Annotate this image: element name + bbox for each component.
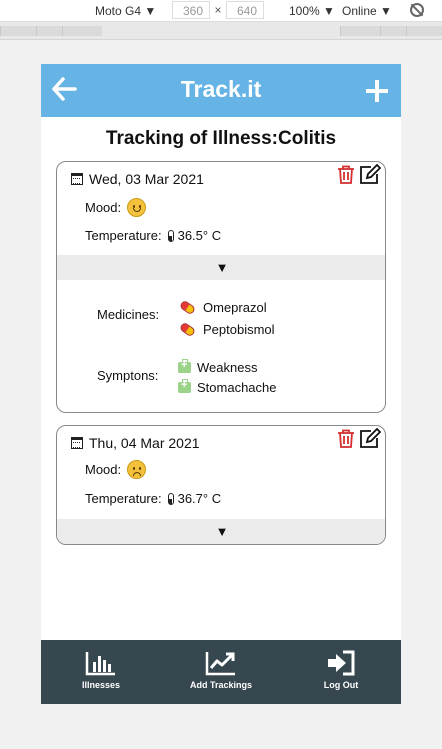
- dimension-separator: ×: [214, 3, 222, 17]
- mood-row: Mood:: [85, 198, 147, 217]
- sad-face-icon: [127, 460, 147, 479]
- line-chart-icon: [205, 652, 235, 676]
- medicine-name: Omeprazol: [203, 300, 267, 315]
- zoom-selector[interactable]: 100% ▼: [289, 4, 335, 18]
- pill-icon: [178, 321, 197, 338]
- nav-add-trackings[interactable]: Add Trackings: [171, 650, 271, 690]
- app-title: Track.it: [180, 76, 262, 102]
- date-text: Wed, 03 Mar 2021: [89, 171, 204, 187]
- calendar-icon: [71, 437, 83, 449]
- mood-label: Mood:: [85, 200, 122, 215]
- viewport-width-field[interactable]: 360: [172, 1, 210, 19]
- bar-chart-icon: [85, 652, 115, 676]
- medicine-item: Peptobismol: [178, 321, 275, 338]
- calendar-icon: [71, 173, 83, 185]
- nav-illnesses-label: Illnesses: [81, 680, 121, 690]
- edit-icon[interactable]: [359, 164, 381, 185]
- edit-icon[interactable]: [359, 428, 381, 449]
- temperature-value: 36.5° C: [177, 228, 222, 243]
- tracking-card: Wed, 03 Mar 2021 Mood: Temperature: 36.5…: [56, 161, 386, 413]
- thermometer-icon: [167, 492, 174, 505]
- add-icon[interactable]: [366, 80, 388, 102]
- mood-label: Mood:: [85, 462, 122, 477]
- temperature-label: Temperature:: [85, 228, 162, 243]
- mood-row: Mood:: [85, 460, 147, 479]
- symptom-name: Weakness: [197, 360, 258, 375]
- medical-kit-icon: [178, 379, 191, 393]
- network-selector[interactable]: Online ▼: [342, 4, 392, 18]
- tracking-date: Thu, 04 Mar 2021: [71, 435, 200, 451]
- medicine-item: Omeprazol: [178, 299, 267, 316]
- symptom-item: Stomachache: [178, 379, 277, 395]
- tracking-date: Wed, 03 Mar 2021: [71, 171, 204, 187]
- trash-icon[interactable]: [337, 165, 355, 184]
- app-header: Track.it: [41, 64, 401, 117]
- tracking-card: Thu, 04 Mar 2021 Mood: Temperature: 36.7…: [56, 425, 386, 545]
- devtools-toolbar: Moto G4 ▼ 360 × 640 100% ▼ Online ▼: [0, 0, 442, 22]
- viewport-dimensions: 360 × 640: [172, 1, 264, 19]
- app-viewport: Track.it Tracking of Illness:Colitis Wed…: [41, 64, 401, 704]
- medicine-name: Peptobismol: [203, 322, 275, 337]
- symptom-item: Weakness: [178, 359, 258, 375]
- symptom-name: Stomachache: [197, 380, 277, 395]
- rotate-icon[interactable]: [410, 3, 424, 17]
- sign-in-icon: [328, 650, 355, 676]
- thermometer-icon: [167, 229, 174, 242]
- medicines-label: Medicines:: [97, 307, 160, 322]
- trash-icon[interactable]: [337, 429, 355, 448]
- symptoms-label: Symptons:: [97, 368, 159, 383]
- date-text: Thu, 04 Mar 2021: [89, 435, 200, 451]
- device-selector[interactable]: Moto G4 ▼: [95, 4, 156, 18]
- viewport-height-field[interactable]: 640: [226, 1, 264, 19]
- media-query-ruler: [0, 22, 442, 40]
- nav-logout-label: Log Out: [323, 680, 359, 690]
- pill-icon: [178, 299, 197, 316]
- medical-kit-icon: [178, 359, 191, 373]
- temperature-row: Temperature: 36.5° C: [85, 228, 221, 243]
- page-title: Tracking of Illness:Colitis: [105, 128, 337, 149]
- temperature-label: Temperature:: [85, 491, 162, 506]
- bottom-nav: Illnesses Add Trackings Log Out: [41, 640, 401, 704]
- nav-logout[interactable]: Log Out: [291, 650, 391, 690]
- expand-toggle[interactable]: ▼: [57, 255, 385, 280]
- temperature-value: 36.7° C: [177, 491, 222, 506]
- expand-toggle[interactable]: ▼: [57, 519, 385, 544]
- nav-add-trackings-label: Add Trackings: [189, 680, 252, 690]
- nav-illnesses[interactable]: Illnesses: [51, 650, 151, 690]
- happy-face-icon: [127, 198, 147, 217]
- temperature-row: Temperature: 36.7° C: [85, 491, 221, 506]
